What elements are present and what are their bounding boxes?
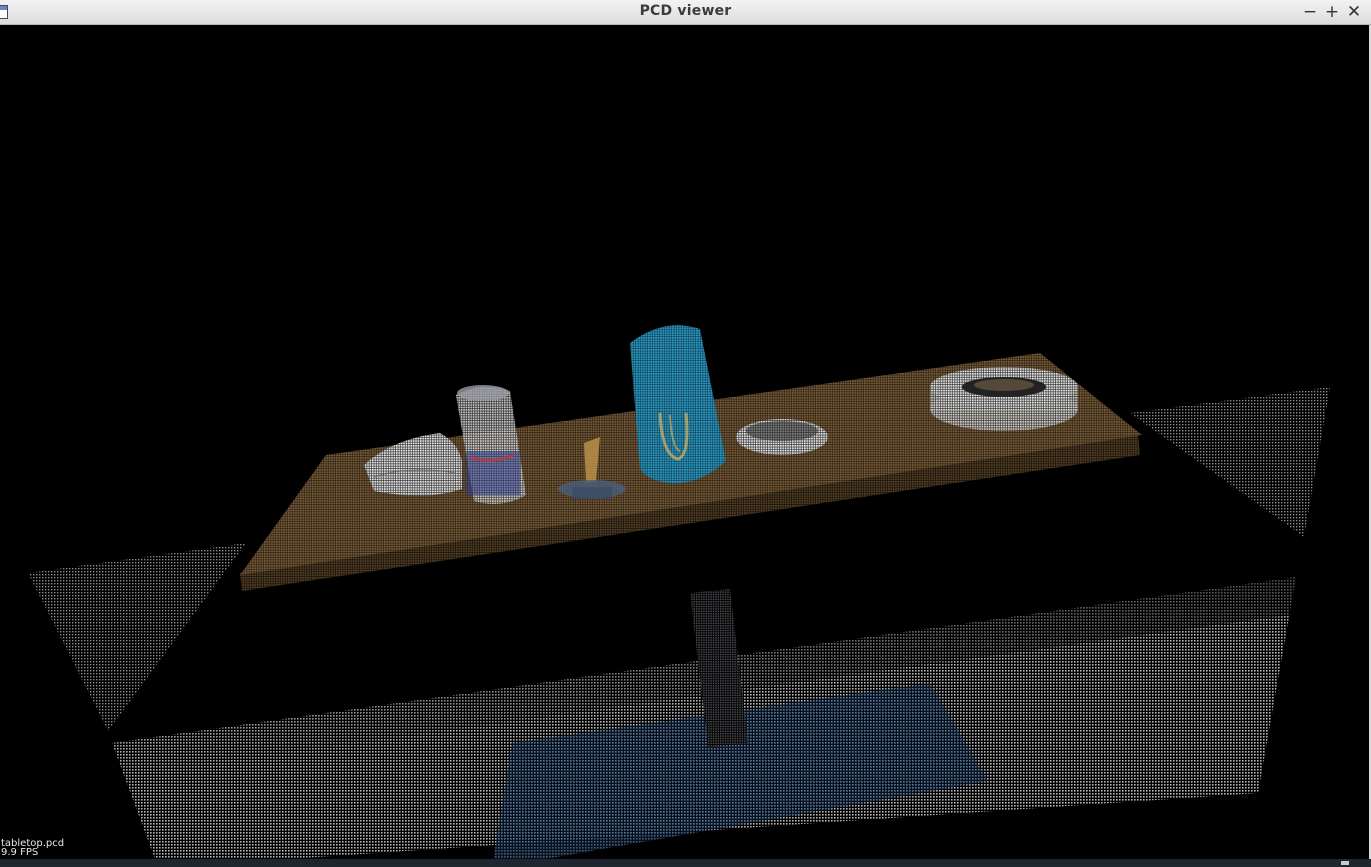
scroll-indicator [1341, 861, 1349, 865]
white-mug [364, 433, 462, 496]
point-cloud-scene[interactable] [0, 25, 1369, 867]
right-wall-patch [1130, 387, 1330, 537]
close-button[interactable]: ✕ [1345, 1, 1363, 23]
roll-tape [930, 367, 1078, 431]
window-controls: − + ✕ [1301, 1, 1363, 23]
pcd-viewer-window: PCD viewer − + ✕ tabletop.pcd 9.9 FPS [0, 0, 1371, 867]
minimize-button[interactable]: − [1301, 1, 1319, 23]
redbull-can [456, 385, 526, 504]
point-cloud-viewport[interactable] [0, 25, 1369, 867]
fps-counter: 9.9 FPS [1, 847, 39, 858]
taskbar-strip [0, 859, 1371, 867]
title-bar[interactable]: PCD viewer − + ✕ [0, 0, 1371, 25]
maximize-button[interactable]: + [1323, 1, 1341, 23]
left-wall-patch [28, 543, 246, 731]
white-bowl [736, 419, 828, 455]
window-title: PCD viewer [639, 3, 732, 19]
blue-can [630, 325, 726, 484]
